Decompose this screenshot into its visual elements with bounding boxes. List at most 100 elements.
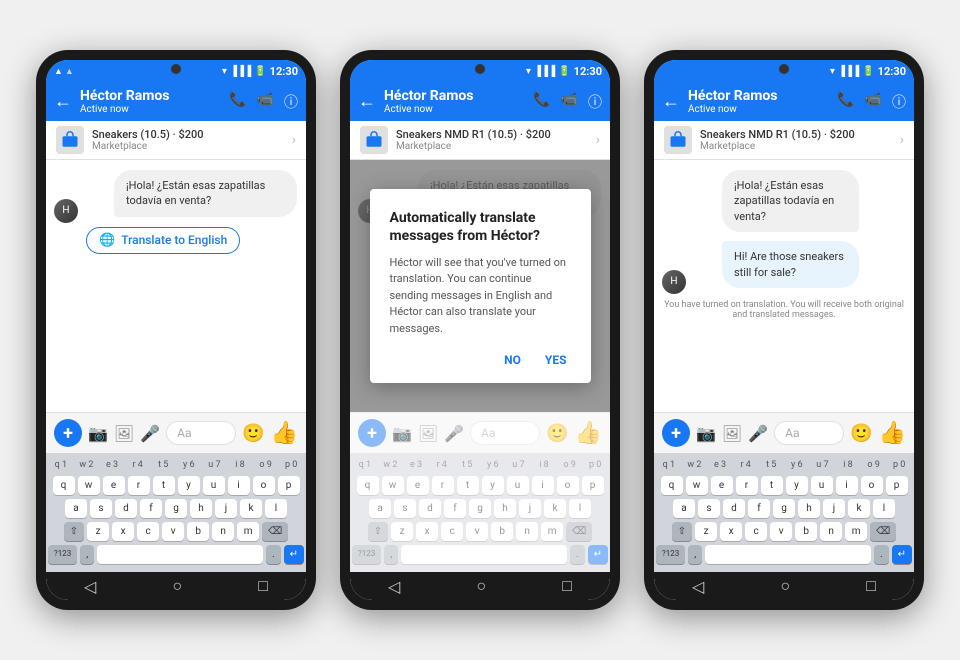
message-translated-3: Hi! Are those sneakers still for sale? (722, 241, 859, 288)
comma-key-1[interactable]: , (80, 545, 94, 564)
time-2: 12:30 (574, 65, 602, 78)
back-button-1[interactable]: ← (54, 91, 72, 112)
emoji-icon-1[interactable]: 🙂 (242, 423, 264, 444)
back-nav-3[interactable]: ◁ (692, 577, 704, 596)
marketplace-sub-2: Marketplace (396, 141, 588, 152)
dialog-actions: NO YES (390, 349, 571, 371)
message-bubble-1: ¡Hola! ¿Están esas zapatillas todavía en… (114, 170, 297, 217)
bottom-nav-3: ◁ ○ □ (654, 572, 914, 600)
emoji-icon-2[interactable]: 🙂 (546, 423, 568, 444)
info-icon-1[interactable]: ⓘ (284, 92, 298, 112)
avatar-1: H (54, 199, 78, 223)
delete-key-1[interactable]: ⌫ (262, 522, 288, 541)
dialog-title: Automatically translate messages from Hé… (390, 209, 571, 245)
video-icon-2[interactable]: 📹 (561, 92, 578, 112)
back-button-3[interactable]: ← (662, 91, 680, 112)
bottom-nav-2: ◁ ○ □ (350, 572, 610, 600)
marketplace-icon-1 (56, 126, 84, 154)
typing-bar-2: + 📷 🖼 🎤 Aa 🙂 👍 (350, 412, 610, 453)
globe-icon-1: 🌐 (99, 233, 115, 248)
mic-icon-2[interactable]: 🎤 (444, 424, 464, 443)
typing-icons-1: 📷 🖼 🎤 (88, 424, 160, 443)
messenger-header-3: ← Héctor Ramos Active now 📞 📹 ⓘ (654, 82, 914, 121)
image-icon-3[interactable]: 🖼 (722, 424, 742, 443)
dialog-no-button[interactable]: NO (500, 349, 525, 371)
add-button-1[interactable]: + (54, 419, 82, 447)
translate-dialog: Automatically translate messages from Hé… (370, 189, 591, 384)
mic-icon-1[interactable]: 🎤 (140, 424, 160, 443)
camera-icon-3[interactable]: 📷 (696, 424, 716, 443)
contact-name-2: Héctor Ramos (384, 88, 525, 104)
phone-icon-3[interactable]: 📞 (837, 92, 854, 112)
recent-nav-2[interactable]: □ (562, 576, 572, 596)
signal-icon-2: ▐▐▐ (534, 66, 555, 77)
chat-area-1: H ¡Hola! ¿Están esas zapatillas todavía … (46, 160, 306, 412)
video-icon-1[interactable]: 📹 (257, 92, 274, 112)
marketplace-info-2: Sneakers NMD R1 (10.5) · $200 Marketplac… (396, 128, 588, 152)
marketplace-chevron-1: › (292, 132, 296, 148)
chat-area-3: H ¡Hola! ¿Están esas zapatillas todavía … (654, 160, 914, 412)
phone-icon-2[interactable]: 📞 (533, 92, 550, 112)
period-key-1[interactable]: . (266, 545, 281, 564)
typing-bar-1: + 📷 🖼 🎤 Aa 🙂 👍 (46, 412, 306, 453)
message-input-3[interactable]: Aa (774, 421, 844, 445)
thumb-icon-3[interactable]: 👍 (879, 421, 906, 446)
recent-nav-3[interactable]: □ (866, 576, 876, 596)
translation-notice-3: You have turned on translation. You will… (662, 300, 906, 320)
typing-icons-3: 📷 🖼 🎤 (696, 424, 768, 443)
home-nav-1[interactable]: ○ (172, 576, 182, 596)
message-original-3: ¡Hola! ¿Están esas zapatillas todavía en… (722, 170, 859, 232)
back-nav-1[interactable]: ◁ (84, 577, 96, 596)
add-button-2[interactable]: + (358, 419, 386, 447)
back-nav-2[interactable]: ◁ (388, 577, 400, 596)
message-row-3: H ¡Hola! ¿Están esas zapatillas todavía … (662, 170, 906, 294)
battery-icon-2: 🔋 (558, 66, 570, 77)
message-input-2[interactable]: Aa (470, 421, 540, 445)
phone-icon-1[interactable]: 📞 (229, 92, 246, 112)
camera-icon-1[interactable]: 📷 (88, 424, 108, 443)
add-button-3[interactable]: + (662, 419, 690, 447)
image-icon-2[interactable]: 🖼 (418, 424, 438, 443)
marketplace-sub-3: Marketplace (700, 141, 892, 152)
avatar-row-1: H ¡Hola! ¿Están esas zapatillas todavía … (54, 170, 298, 223)
header-icons-3: 📞 📹 ⓘ (837, 92, 906, 112)
translate-button-1[interactable]: 🌐 Translate to English (86, 227, 240, 254)
enter-key-1[interactable]: ↵ (284, 545, 304, 564)
messenger-header-1: ← Héctor Ramos Active now 📞 📹 ⓘ (46, 82, 306, 121)
messenger-header-2: ← Héctor Ramos Active now 📞 📹 ⓘ (350, 82, 610, 121)
dialog-yes-button[interactable]: YES (541, 349, 571, 371)
camera-icon-2[interactable]: 📷 (392, 424, 412, 443)
bottom-nav-1: ◁ ○ □ (46, 572, 306, 600)
space-key-1[interactable] (97, 545, 263, 564)
num-row-2: q 1w 2e 3r 4t 5y 6u 7i 8o 9p 0 (352, 457, 608, 473)
num-row-1: q 1 w 2 e 3 r 4 t 5 y 6 u 7 i 8 o 9 p 0 (48, 457, 304, 473)
chat-wrapper-2: H ¡Hola! ¿Están esas zapatillas todavía … (350, 160, 610, 412)
num-key-1[interactable]: ?123 (48, 545, 77, 564)
phone-1: ▲ ▲ ▾ ▐▐▐ 🔋 12:30 ← Héctor Ramos Active … (36, 50, 316, 610)
status-icons-3: ▾ ▐▐▐ 🔋 12:30 (830, 65, 906, 78)
image-icon-1[interactable]: 🖼 (114, 424, 134, 443)
signal-icon-3: ▐▐▐ (838, 66, 859, 77)
video-icon-3[interactable]: 📹 (865, 92, 882, 112)
phone-2: ▾ ▐▐▐ 🔋 12:30 ← Héctor Ramos Active now … (340, 50, 620, 610)
contact-name-3: Héctor Ramos (688, 88, 829, 104)
recent-nav-1[interactable]: □ (258, 576, 268, 596)
info-icon-3[interactable]: ⓘ (892, 92, 906, 112)
contact-status-3: Active now (688, 104, 829, 115)
message-input-1[interactable]: Aa (166, 421, 236, 445)
home-nav-3[interactable]: ○ (780, 576, 790, 596)
shift-key-1[interactable]: ⇧ (64, 522, 84, 541)
emoji-icon-3[interactable]: 🙂 (850, 423, 872, 444)
info-icon-2[interactable]: ⓘ (588, 92, 602, 112)
thumb-icon-2[interactable]: 👍 (575, 421, 602, 446)
phone-screen-3: ▾ ▐▐▐ 🔋 12:30 ← Héctor Ramos Active now … (654, 60, 914, 600)
thumb-icon-1[interactable]: 👍 (271, 421, 298, 446)
mic-icon-3[interactable]: 🎤 (748, 424, 768, 443)
home-nav-2[interactable]: ○ (476, 576, 486, 596)
marketplace-info-3: Sneakers NMD R1 (10.5) · $200 Marketplac… (700, 128, 892, 152)
key-row-z-1: ⇧ zxcvbnm ⌫ (48, 522, 304, 541)
marketplace-chevron-3: › (900, 132, 904, 148)
phone-notch-3 (779, 64, 789, 74)
translate-label-1: Translate to English (121, 233, 227, 247)
back-button-2[interactable]: ← (358, 91, 376, 112)
